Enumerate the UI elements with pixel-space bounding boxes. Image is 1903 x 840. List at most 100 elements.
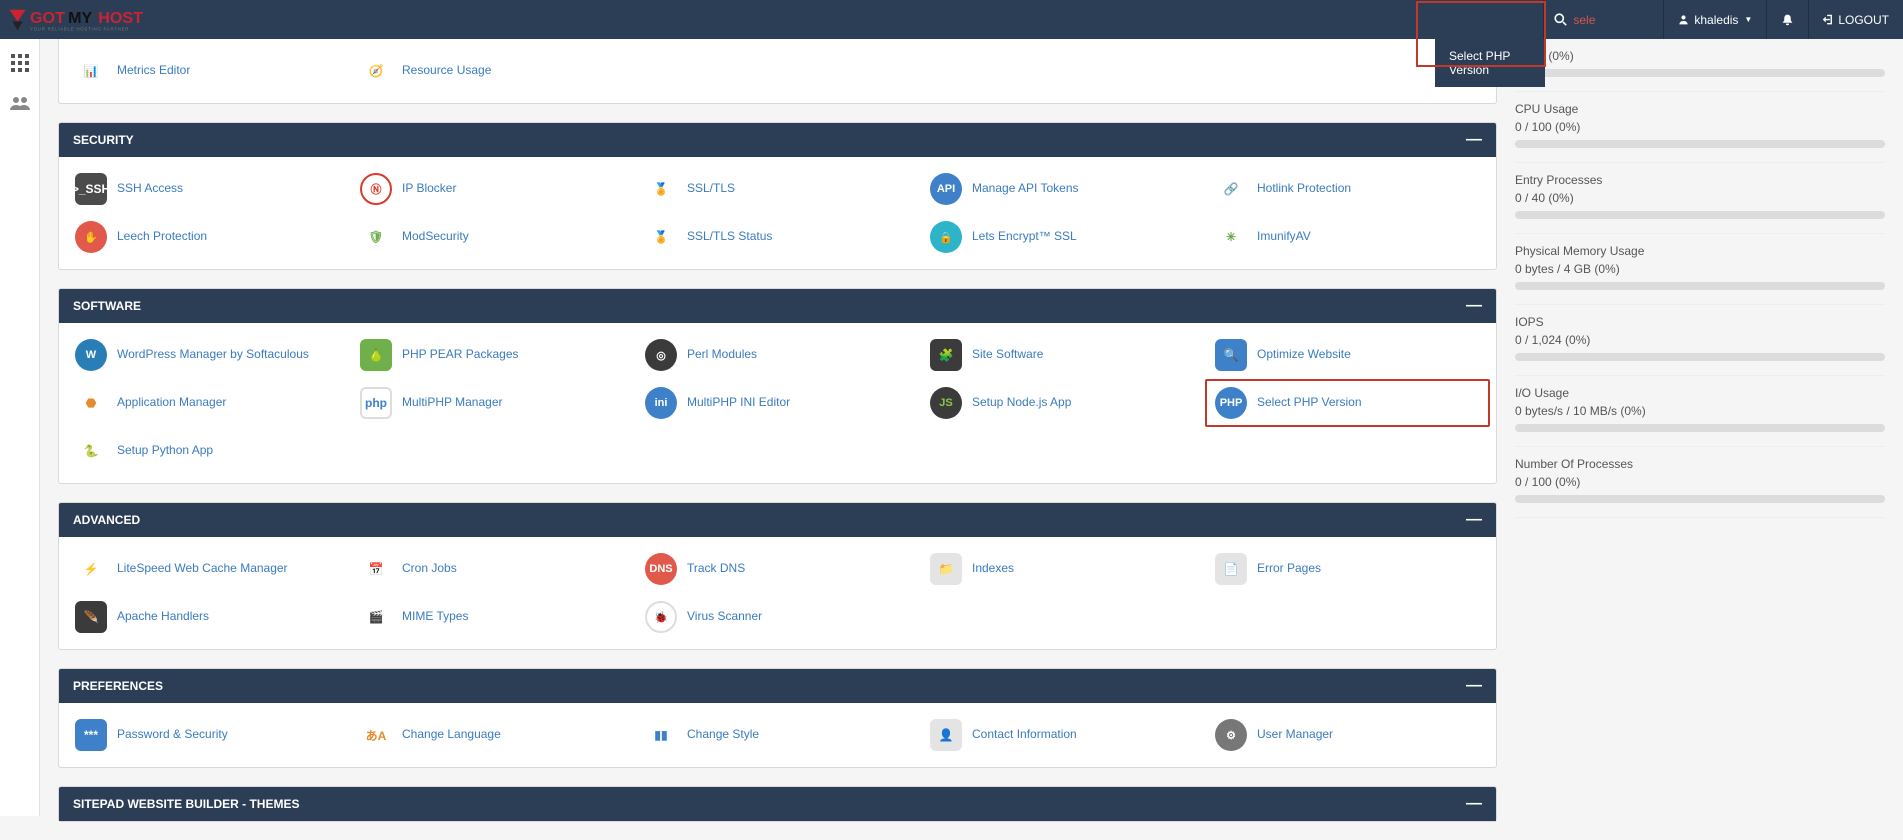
collapse-icon[interactable]: — <box>1466 799 1482 809</box>
cpanel-item-application-manager[interactable]: ⬣Application Manager <box>65 379 350 427</box>
item-icon: API <box>930 173 962 205</box>
item-label: IP Blocker <box>402 181 456 197</box>
cpanel-item-cron-jobs[interactable]: 📅Cron Jobs <box>350 545 635 593</box>
item-icon: 🔍 <box>1215 339 1247 371</box>
panel-body: *** Password & Security あAChange Language▮… <box>59 703 1496 767</box>
cpanel-item-hotlink-protection[interactable]: 🔗Hotlink Protection <box>1205 165 1490 213</box>
cpanel-item-change-language[interactable]: あAChange Language <box>350 711 635 759</box>
cpanel-item-error-pages[interactable]: 📄Error Pages <box>1205 545 1490 593</box>
stats-column: 0 / 50 (0%)CPU Usage0 / 100 (0%)Entry Pr… <box>1515 39 1885 840</box>
item-icon: 🧩 <box>930 339 962 371</box>
item-icon: 🏅 <box>645 221 677 253</box>
search-result-dropdown[interactable]: Select PHP Version <box>1435 39 1545 87</box>
cpanel-item-ssl-tls[interactable]: 🏅SSL/TLS <box>635 165 920 213</box>
item-icon: 🍐 <box>360 339 392 371</box>
item-label: ModSecurity <box>402 229 469 245</box>
stat-value: 0 / 100 (0%) <box>1515 475 1885 489</box>
stat-i-o-usage: I/O Usage0 bytes/s / 10 MB/s (0%) <box>1515 376 1885 447</box>
cpanel-item-apache-handlers[interactable]: 🪶 Apache Handlers <box>65 593 350 641</box>
item-label: Application Manager <box>117 395 226 411</box>
cpanel-item-contact-information[interactable]: 👤Contact Information <box>920 711 1205 759</box>
cpanel-item-indexes[interactable]: 📁Indexes <box>920 545 1205 593</box>
cpanel-item-ssh-access[interactable]: >_SSH SSH Access <box>65 165 350 213</box>
panel-body: WWordPress Manager by Softaculous🍐PHP PE… <box>59 323 1496 483</box>
stat-cpu-usage: CPU Usage0 / 100 (0%) <box>1515 92 1885 163</box>
collapse-icon[interactable]: — <box>1466 515 1482 525</box>
cpanel-item-ssl-tls-status[interactable]: 🏅SSL/TLS Status <box>635 213 920 261</box>
cpanel-item-select-php-version[interactable]: PHPSelect PHP Version <box>1205 379 1490 427</box>
cpanel-item-setup-python-app[interactable]: 🐍Setup Python App <box>65 427 350 475</box>
cpanel-item-ip-blocker[interactable]: ⓃIP Blocker <box>350 165 635 213</box>
cpanel-item-imunifyav[interactable]: ✳ImunifyAV <box>1205 213 1490 261</box>
item-icon: ⚙ <box>1215 719 1247 751</box>
item-icon: >_SSH <box>75 173 107 205</box>
collapse-icon[interactable]: — <box>1466 681 1482 691</box>
search-box[interactable] <box>1543 0 1663 39</box>
cpanel-item-multiphp-ini-editor[interactable]: iniMultiPHP INI Editor <box>635 379 920 427</box>
cpanel-item-setup-node-js-app[interactable]: JSSetup Node.js App <box>920 379 1205 427</box>
panel-header[interactable]: SECURITY— <box>59 123 1496 157</box>
item-icon: 🐞 <box>645 601 677 633</box>
collapse-icon[interactable]: — <box>1466 135 1482 145</box>
cpanel-item-site-software[interactable]: 🧩 Site Software <box>920 331 1205 379</box>
sidebar-apps-icon[interactable] <box>6 49 34 77</box>
stat-label: Number Of Processes <box>1515 457 1885 471</box>
cpanel-item-lets-encrypt-ssl[interactable]: 🔒Lets Encrypt™ SSL <box>920 213 1205 261</box>
item-label: User Manager <box>1257 727 1333 743</box>
sidebar-users-icon[interactable] <box>6 89 34 117</box>
cpanel-item-virus-scanner[interactable]: 🐞Virus Scanner <box>635 593 920 641</box>
panel-header[interactable]: PREFERENCES— <box>59 669 1496 703</box>
item-icon: 🪶 <box>75 601 107 633</box>
item-icon: *** <box>75 719 107 751</box>
search-result-item[interactable]: Select PHP Version <box>1449 49 1510 77</box>
panel-header[interactable]: SOFTWARE— <box>59 289 1496 323</box>
cpanel-item-password-security[interactable]: *** Password & Security <box>65 711 350 759</box>
topbar: GOT MY HOST YOUR RELIABLE HOSTING PARTNE… <box>0 0 1903 39</box>
item-label: Optimize Website <box>1257 347 1351 363</box>
stat-value: 0 bytes / 4 GB (0%) <box>1515 262 1885 276</box>
item-label: SSH Access <box>117 181 183 197</box>
cpanel-item-change-style[interactable]: ▮▮Change Style <box>635 711 920 759</box>
cpanel-item-wordpress-manager-by-softaculous[interactable]: WWordPress Manager by Softaculous <box>65 331 350 379</box>
item-label: Password & Security <box>117 727 228 743</box>
cpanel-item-modsecurity[interactable]: 🛡ModSecurity <box>350 213 635 261</box>
item-icon: ◎ <box>645 339 677 371</box>
stat-number-of-processes: Number Of Processes 0 / 100 (0%) <box>1515 447 1885 518</box>
svg-text:MY: MY <box>68 8 92 26</box>
cpanel-item-track-dns[interactable]: DNSTrack DNS <box>635 545 920 593</box>
logout-button[interactable]: LOGOUT <box>1808 0 1903 39</box>
collapse-icon[interactable]: — <box>1466 301 1482 311</box>
stat-label: CPU Usage <box>1515 102 1885 116</box>
item-label: Site Software <box>972 347 1043 363</box>
item-label: Error Pages <box>1257 561 1321 577</box>
cpanel-item-manage-api-tokens[interactable]: API Manage API Tokens <box>920 165 1205 213</box>
cpanel-item-litespeed-web-cache-manager[interactable]: ⚡LiteSpeed Web Cache Manager <box>65 545 350 593</box>
stat-label: I/O Usage <box>1515 386 1885 400</box>
item-label: Apache Handlers <box>117 609 209 625</box>
logo[interactable]: GOT MY HOST YOUR RELIABLE HOSTING PARTNE… <box>0 0 228 39</box>
cpanel-item-multiphp-manager[interactable]: phpMultiPHP Manager <box>350 379 635 427</box>
cpanel-item-php-pear-packages[interactable]: 🍐PHP PEAR Packages <box>350 331 635 379</box>
stat-iops: IOPS0 / 1,024 (0%) <box>1515 305 1885 376</box>
main-column: 📊Metrics Editor🧭Resource Usage SECURITY—… <box>58 39 1497 840</box>
panel-security: SECURITY— >_SSH SSH Access ⓃIP Blocker🏅SSL/… <box>58 122 1497 270</box>
content: 📊Metrics Editor🧭Resource Usage SECURITY—… <box>40 39 1903 840</box>
item-icon: 📁 <box>930 553 962 585</box>
stat-label: Entry Processes <box>1515 173 1885 187</box>
cpanel-item-leech-protection[interactable]: ✋Leech Protection <box>65 213 350 261</box>
cpanel-item-resource-usage[interactable]: 🧭Resource Usage <box>350 47 635 95</box>
cpanel-item-metrics-editor[interactable]: 📊Metrics Editor <box>65 47 350 95</box>
notifications-button[interactable] <box>1766 0 1808 39</box>
item-label: Manage API Tokens <box>972 181 1079 197</box>
cpanel-item-optimize-website[interactable]: 🔍 Optimize Website <box>1205 331 1490 379</box>
user-menu[interactable]: khaledis ▼ <box>1663 0 1766 39</box>
panel-header[interactable]: ADVANCED— <box>59 503 1496 537</box>
item-icon: ini <box>645 387 677 419</box>
search-input[interactable] <box>1573 13 1653 27</box>
panel-advanced: ADVANCED— ⚡LiteSpeed Web Cache Manager📅Cr… <box>58 502 1497 650</box>
cpanel-item-user-manager[interactable]: ⚙ User Manager <box>1205 711 1490 759</box>
cpanel-item-perl-modules[interactable]: ◎Perl Modules <box>635 331 920 379</box>
search-icon <box>1554 13 1567 26</box>
stat-value: 0 / 1,024 (0%) <box>1515 333 1885 347</box>
cpanel-item-mime-types[interactable]: 🎬MIME Types <box>350 593 635 641</box>
